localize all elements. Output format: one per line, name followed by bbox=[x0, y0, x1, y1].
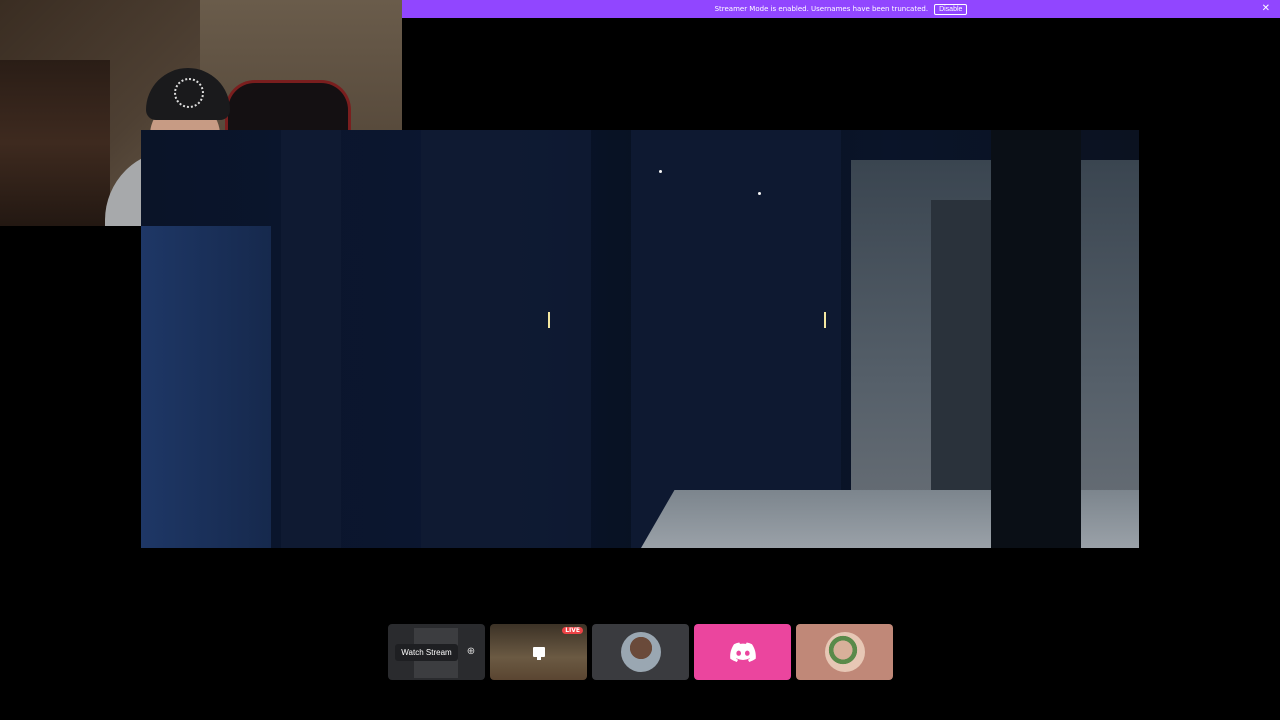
game-left-wall bbox=[141, 226, 271, 548]
disable-streamer-mode-button[interactable]: Disable bbox=[934, 3, 968, 15]
discord-logo-icon bbox=[729, 642, 756, 662]
game-wall-light bbox=[548, 312, 550, 328]
tile-discord-user[interactable] bbox=[694, 624, 791, 680]
game-wall-light bbox=[824, 312, 826, 328]
streamer-mode-message: Streamer Mode is enabled. Usernames have… bbox=[714, 5, 929, 13]
tile-user-avatar-2[interactable] bbox=[796, 624, 893, 680]
screen-share-icon bbox=[532, 647, 545, 660]
participant-tiles: Watch Stream ⊕ LIVE bbox=[388, 624, 893, 680]
tile-live-stream[interactable]: LIVE bbox=[490, 624, 587, 680]
tile-watch-stream[interactable]: Watch Stream ⊕ bbox=[388, 624, 485, 680]
streamer-mode-banner: Streamer Mode is enabled. Usernames have… bbox=[402, 0, 1280, 18]
close-icon[interactable]: ✕ bbox=[1262, 3, 1270, 15]
zoom-icon[interactable]: ⊕ bbox=[463, 644, 479, 660]
game-ceiling-light bbox=[659, 170, 662, 173]
watch-stream-button[interactable]: Watch Stream bbox=[395, 643, 458, 661]
stream-video[interactable] bbox=[141, 130, 1139, 548]
avatar bbox=[824, 632, 865, 672]
avatar bbox=[620, 632, 661, 672]
game-pillar bbox=[931, 200, 991, 490]
live-badge: LIVE bbox=[562, 627, 583, 634]
game-ceiling-light bbox=[758, 192, 761, 195]
tile-user-avatar[interactable] bbox=[592, 624, 689, 680]
webcam-shelf bbox=[0, 60, 110, 226]
game-right-curtain bbox=[991, 130, 1081, 548]
game-curtain bbox=[281, 130, 341, 548]
game-curtain bbox=[421, 130, 591, 548]
game-curtain bbox=[631, 130, 841, 548]
